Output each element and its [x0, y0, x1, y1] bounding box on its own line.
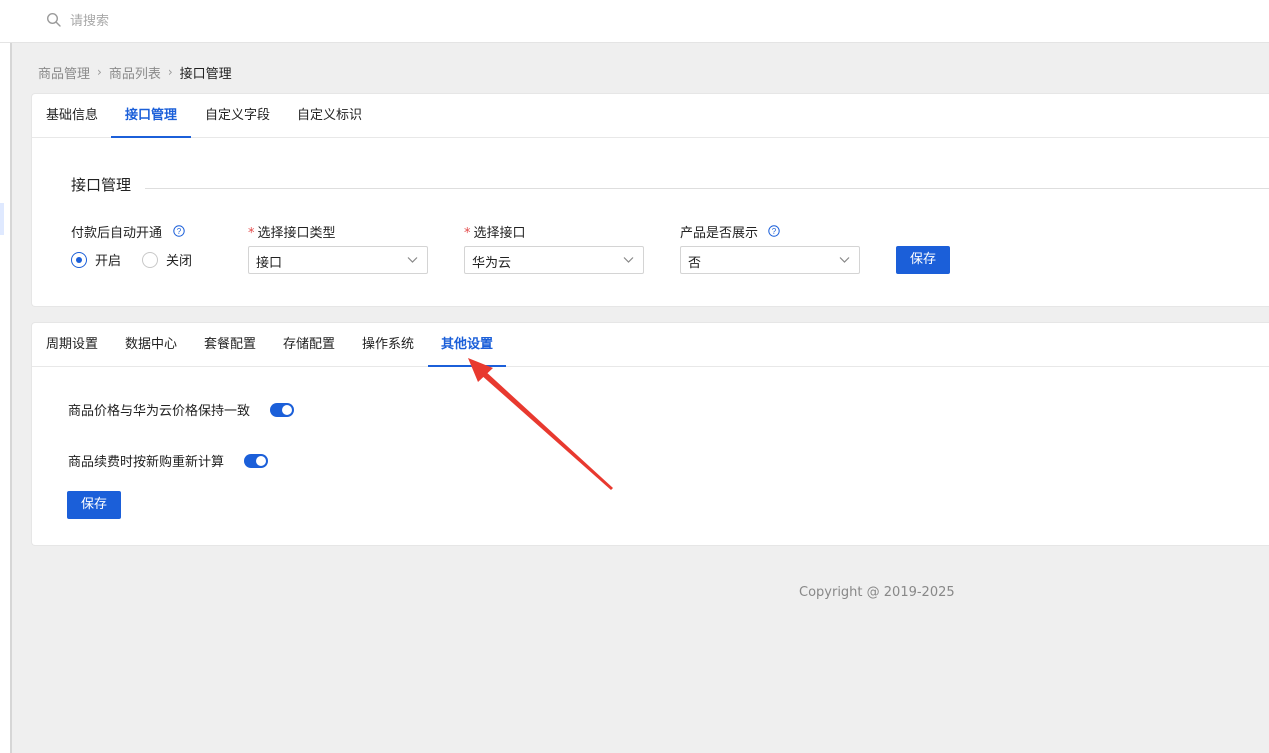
product-display-select[interactable]: 否 — [680, 246, 860, 274]
config-tabs: 周期设置 数据中心 套餐配置 存储配置 操作系统 其他设置 — [32, 323, 1269, 367]
breadcrumb-separator-icon: › — [167, 65, 173, 79]
product-tabs: 基础信息 接口管理 自定义字段 自定义标识 — [32, 94, 1269, 138]
tab-basic-info[interactable]: 基础信息 — [46, 94, 98, 138]
save-interface-button[interactable]: 保存 — [896, 246, 950, 274]
radio-unchecked-icon[interactable] — [142, 251, 158, 268]
tab-custom-identifiers[interactable]: 自定义标识 — [297, 94, 362, 138]
toggle-knob — [256, 455, 267, 466]
interface-label: * 选择接口 — [464, 226, 526, 241]
breadcrumb: 商品管理 › 商品列表 › 接口管理 — [38, 63, 232, 82]
tab-data-center[interactable]: 数据中心 — [125, 323, 177, 367]
product-display-value: 否 — [688, 256, 702, 271]
renew-recalc-toggle[interactable] — [244, 453, 269, 468]
radio-label-on: 开启 — [95, 254, 122, 269]
price-sync-toggle[interactable] — [270, 402, 295, 417]
renew-recalc-label: 商品续费时按新购重新计算 — [68, 455, 225, 470]
section-divider — [145, 188, 1269, 189]
section-title: 接口管理 — [71, 174, 142, 195]
required-marker: * — [464, 226, 471, 241]
tab-custom-fields[interactable]: 自定义字段 — [205, 94, 270, 138]
interface-type-select[interactable]: 接口 — [248, 246, 428, 274]
chevron-down-icon — [623, 257, 634, 263]
top-bar — [0, 0, 1269, 43]
tab-other-settings[interactable]: 其他设置 — [428, 323, 506, 367]
copyright-text: Copyright @ 2019-2025 — [799, 585, 955, 600]
chevron-down-icon — [839, 257, 850, 263]
tab-operating-system[interactable]: 操作系统 — [362, 323, 414, 367]
help-icon[interactable]: ? — [173, 225, 185, 237]
price-sync-label: 商品价格与华为云价格保持一致 — [68, 404, 251, 419]
interface-card: 基础信息 接口管理 自定义字段 自定义标识 接口管理 付款后自动开通 ? 开启 … — [31, 93, 1269, 307]
svg-text:?: ? — [772, 227, 777, 236]
tab-interface-management[interactable]: 接口管理 — [111, 94, 191, 138]
renew-recalc-row: 商品续费时按新购重新计算 — [68, 451, 269, 470]
radio-auto-open-on[interactable]: 开启 — [71, 250, 121, 269]
help-icon[interactable]: ? — [768, 225, 780, 237]
toggle-knob — [282, 404, 293, 415]
interface-type-value: 接口 — [256, 256, 283, 271]
price-sync-row: 商品价格与华为云价格保持一致 — [68, 400, 295, 419]
product-display-label: 产品是否展示 — [680, 226, 759, 241]
chevron-down-icon — [407, 257, 418, 263]
breadcrumb-item-product-management[interactable]: 商品管理 — [38, 63, 90, 82]
search-input[interactable] — [70, 11, 370, 31]
config-card: 周期设置 数据中心 套餐配置 存储配置 操作系统 其他设置 商品价格与华为云价格… — [31, 322, 1269, 546]
interface-select[interactable]: 华为云 — [464, 246, 644, 274]
interface-type-label: * 选择接口类型 — [248, 226, 336, 241]
breadcrumb-item-current: 接口管理 — [179, 66, 232, 82]
collapsed-sidebar — [0, 43, 12, 753]
breadcrumb-item-product-list[interactable]: 商品列表 — [109, 63, 161, 82]
save-other-settings-button[interactable]: 保存 — [67, 491, 121, 519]
tab-package-config[interactable]: 套餐配置 — [204, 323, 256, 367]
radio-auto-open-off[interactable]: 关闭 — [142, 250, 192, 269]
breadcrumb-separator-icon: › — [97, 65, 102, 79]
radio-checked-icon[interactable] — [71, 251, 87, 268]
tab-cycle-settings[interactable]: 周期设置 — [46, 323, 98, 367]
sidebar-active-marker — [0, 203, 4, 235]
tab-storage-config[interactable]: 存储配置 — [283, 323, 335, 367]
search-icon — [46, 12, 61, 27]
radio-label-off: 关闭 — [166, 254, 193, 269]
required-marker: * — [248, 226, 255, 241]
auto-open-label: 付款后自动开通 — [71, 226, 163, 241]
interface-value: 华为云 — [472, 256, 512, 271]
svg-text:?: ? — [177, 227, 182, 236]
